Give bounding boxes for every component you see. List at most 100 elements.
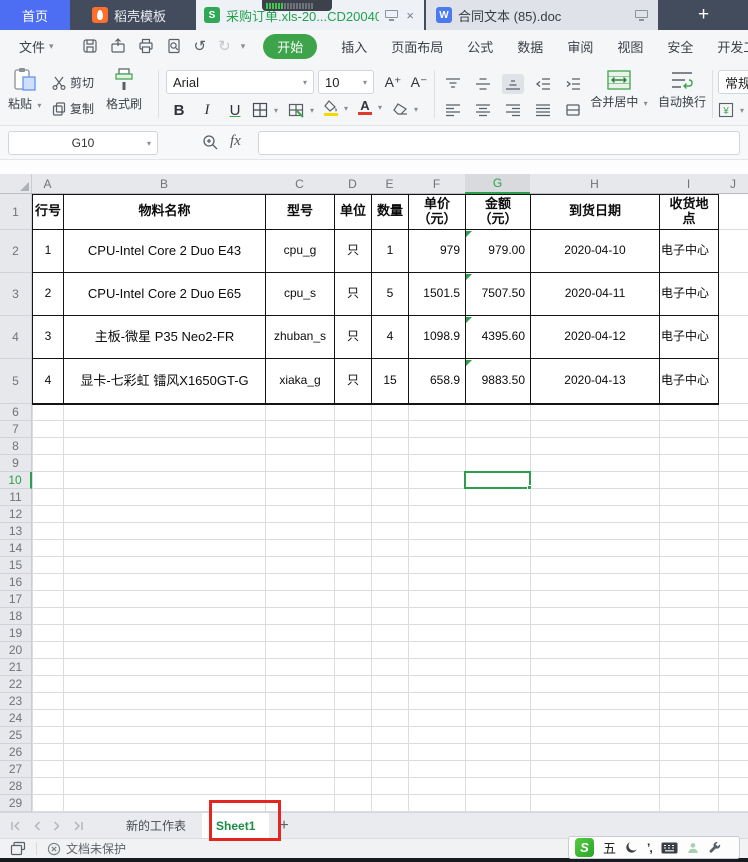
cell-D2[interactable]: 只 (335, 230, 372, 273)
cell-B5[interactable]: 显卡-七彩虹 镭风X1650GT-G (64, 359, 266, 404)
column-header-A[interactable]: A (32, 174, 64, 194)
cell-C4[interactable]: zhuban_s (266, 316, 335, 359)
column-header-E[interactable]: E (371, 174, 409, 194)
header-cell-D1[interactable]: 单位 (335, 194, 372, 230)
column-header-H[interactable]: H (530, 174, 660, 194)
row-header-29[interactable]: 29 (0, 795, 32, 812)
cell-I4[interactable]: 电子中心 (660, 316, 719, 359)
merge-center-button[interactable]: 合并居中 ▾ (586, 70, 652, 110)
cell-H5[interactable]: 2020-04-13 (531, 359, 660, 404)
row-header-23[interactable]: 23 (0, 693, 32, 710)
punctuation-icon[interactable]: ’, (647, 841, 652, 855)
row-header-6[interactable]: 6 (0, 404, 32, 421)
row-header-14[interactable]: 14 (0, 540, 32, 557)
tab-page-layout[interactable]: 页面布局 (391, 37, 443, 56)
cell-F4[interactable]: 1098.9 (409, 316, 466, 359)
header-cell-E1[interactable]: 数量 (372, 194, 409, 230)
sheet-tab-new-worksheet[interactable]: 新的工作表 (110, 813, 202, 838)
cell-G2[interactable]: 979.00 (466, 230, 531, 273)
cell-A5[interactable]: 4 (33, 359, 64, 404)
cell-B4[interactable]: 主板-微星 P35 Neo2-FR (64, 316, 266, 359)
row-header-10[interactable]: 10 (0, 472, 32, 489)
header-cell-G1[interactable]: 金额 （元） (466, 194, 531, 230)
row-header-27[interactable]: 27 (0, 761, 32, 778)
row-header-26[interactable]: 26 (0, 744, 32, 761)
row-header-16[interactable]: 16 (0, 574, 32, 591)
cell-G3[interactable]: 7507.50 (466, 273, 531, 316)
row-header-24[interactable]: 24 (0, 710, 32, 727)
row-header-28[interactable]: 28 (0, 778, 32, 795)
column-header-C[interactable]: C (265, 174, 335, 194)
borders-button[interactable]: ▾ (252, 102, 278, 118)
select-all-corner[interactable] (0, 174, 32, 194)
ime-mode-label[interactable]: 五 (603, 838, 616, 857)
column-header-B[interactable]: B (63, 174, 266, 194)
header-cell-I1[interactable]: 收货地 点 (660, 194, 719, 230)
zoom-formula-icon[interactable] (202, 134, 219, 151)
align-center-button[interactable] (472, 100, 494, 120)
add-sheet-button[interactable]: + (269, 813, 298, 838)
cell-H2[interactable]: 2020-04-10 (531, 230, 660, 273)
column-header-F[interactable]: F (408, 174, 466, 194)
font-color-button[interactable]: A ▾ (358, 100, 382, 115)
format-painter-button[interactable]: 格式刷 (106, 67, 142, 112)
next-sheet-icon[interactable] (53, 821, 61, 831)
sogou-logo[interactable]: S (575, 838, 594, 857)
header-cell-C1[interactable]: 型号 (266, 194, 335, 230)
undo-icon[interactable]: ↺ (194, 37, 207, 55)
align-top-button[interactable] (442, 74, 464, 94)
export-icon[interactable] (110, 38, 126, 54)
increase-indent-button[interactable] (562, 74, 584, 94)
justify-button[interactable] (532, 100, 554, 120)
distribute-button[interactable] (562, 100, 584, 120)
row-header-15[interactable]: 15 (0, 557, 32, 574)
row-header-25[interactable]: 25 (0, 727, 32, 744)
tab-view[interactable]: 视图 (617, 37, 643, 56)
column-header-I[interactable]: I (659, 174, 719, 194)
italic-button[interactable]: I (196, 98, 218, 122)
header-cell-A1[interactable]: 行号 (33, 194, 64, 230)
row-header-13[interactable]: 13 (0, 523, 32, 540)
file-menu[interactable]: 文件 (19, 37, 45, 56)
shading-button[interactable]: ▾ (288, 102, 314, 118)
row-header-11[interactable]: 11 (0, 489, 32, 506)
tab-formulas[interactable]: 公式 (467, 37, 493, 56)
row-header-9[interactable]: 9 (0, 455, 32, 472)
cell-E3[interactable]: 5 (372, 273, 409, 316)
wrap-text-button[interactable]: 自动换行 (654, 70, 710, 110)
row-header-7[interactable]: 7 (0, 421, 32, 438)
column-header-J[interactable]: J (718, 174, 748, 194)
row-header-1[interactable]: 1 (0, 194, 32, 230)
align-left-button[interactable] (442, 100, 464, 120)
row-header-18[interactable]: 18 (0, 608, 32, 625)
person-icon[interactable] (687, 842, 699, 854)
print-icon[interactable] (138, 38, 154, 54)
cell-I3[interactable]: 电子中心 (660, 273, 719, 316)
paste-button[interactable]: 粘贴 ▾ (8, 67, 41, 112)
cell-H4[interactable]: 2020-04-12 (531, 316, 660, 359)
docer-template-tab[interactable]: 稻壳模板 (70, 0, 188, 30)
tab-review[interactable]: 审阅 (567, 37, 593, 56)
eraser-button[interactable]: ▾ (392, 102, 418, 116)
row-header-17[interactable]: 17 (0, 591, 32, 608)
sheet-tab-sheet1[interactable]: Sheet1 (202, 813, 269, 838)
row-header-21[interactable]: 21 (0, 659, 32, 676)
cell-F3[interactable]: 1501.5 (409, 273, 466, 316)
tab-security[interactable]: 安全 (667, 37, 693, 56)
name-box[interactable]: G10 ▾ (8, 131, 158, 155)
align-bottom-button[interactable] (502, 74, 524, 94)
cut-button[interactable]: 剪切 (52, 74, 94, 91)
align-right-button[interactable] (502, 100, 524, 120)
bold-button[interactable]: B (168, 98, 190, 122)
row-header-3[interactable]: 3 (0, 273, 32, 316)
cell-A3[interactable]: 2 (33, 273, 64, 316)
selected-cell-G10[interactable] (464, 471, 531, 489)
cell-G5[interactable]: 9883.50 (466, 359, 531, 404)
fx-icon[interactable]: fx (230, 133, 241, 150)
header-cell-F1[interactable]: 单价 （元） (409, 194, 466, 230)
cell-E4[interactable]: 4 (372, 316, 409, 359)
row-header-2[interactable]: 2 (0, 230, 32, 273)
increase-font-button[interactable]: A⁺ (382, 70, 404, 94)
cell-F5[interactable]: 658.9 (409, 359, 466, 404)
save-icon[interactable] (82, 38, 98, 54)
